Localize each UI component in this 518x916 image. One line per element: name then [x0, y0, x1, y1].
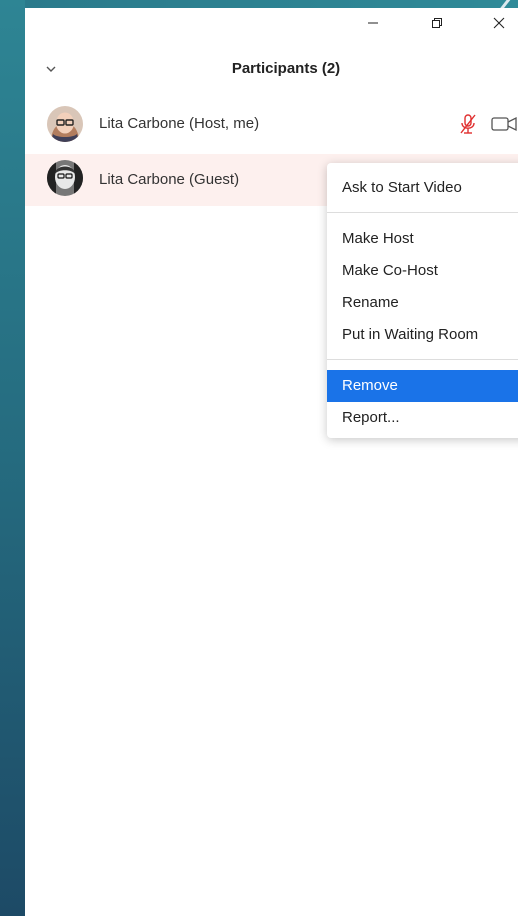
restore-icon — [432, 18, 442, 28]
close-button[interactable] — [480, 8, 518, 38]
restore-button[interactable] — [418, 8, 456, 38]
menu-item-rename[interactable]: Rename — [327, 287, 518, 319]
menu-item-put-in-waiting-room[interactable]: Put in Waiting Room — [327, 319, 518, 351]
participant-row[interactable]: Lita Carbone (Host, me) — [25, 98, 518, 150]
minimize-button[interactable] — [354, 8, 392, 38]
participants-window: Participants (2) Lita Carbone (Host, me) — [25, 8, 518, 916]
muted-microphone-icon[interactable] — [457, 112, 479, 136]
menu-item-ask-to-start-video[interactable]: Ask to Start Video — [327, 172, 518, 204]
close-icon — [493, 17, 505, 29]
menu-item-make-host[interactable]: Make Host — [327, 223, 518, 255]
menu-separator — [327, 359, 518, 360]
avatar — [47, 160, 83, 196]
participants-header: Participants (2) — [25, 52, 518, 86]
title-bar — [25, 8, 518, 38]
desktop-background-top — [25, 0, 518, 8]
menu-item-make-co-host[interactable]: Make Co-Host — [327, 255, 518, 287]
panel-title: Participants (2) — [231, 60, 341, 77]
minimize-icon — [368, 22, 378, 24]
menu-item-report[interactable]: Report... — [327, 402, 518, 434]
menu-separator — [327, 212, 518, 213]
participant-name: Lita Carbone (Guest) — [99, 171, 240, 188]
video-camera-icon[interactable] — [491, 116, 518, 132]
participant-name: Lita Carbone (Host, me) — [99, 115, 260, 132]
avatar — [47, 106, 83, 142]
participant-context-menu: Ask to Start Video Make Host Make Co-Hos… — [327, 163, 518, 438]
menu-item-remove[interactable]: Remove — [327, 370, 518, 402]
desktop-background — [0, 0, 25, 916]
